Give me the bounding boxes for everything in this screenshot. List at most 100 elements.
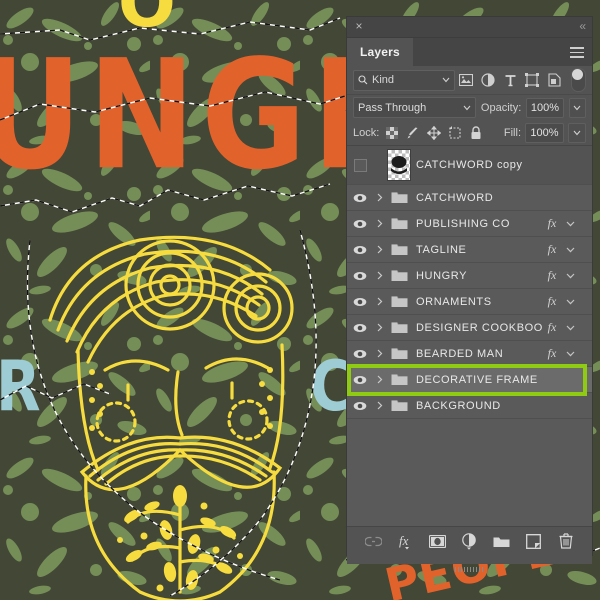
lock-transparent-pixels-icon[interactable] xyxy=(383,124,400,141)
lock-all-icon[interactable] xyxy=(467,124,484,141)
expand-group-chevron-icon[interactable] xyxy=(373,349,386,358)
add-layer-mask-icon[interactable] xyxy=(428,532,447,551)
layer-thumbnail[interactable] xyxy=(386,347,412,360)
lock-row[interactable]: Lock: Fill: 100% xyxy=(347,120,592,146)
layer-row[interactable]: BEARDED MAN fx xyxy=(347,341,592,367)
expand-group-chevron-icon[interactable] xyxy=(373,375,386,384)
opacity-stepper[interactable] xyxy=(568,97,586,118)
expand-group-chevron-icon[interactable] xyxy=(373,323,386,332)
layer-effects-fx-icon[interactable]: fx xyxy=(542,268,562,283)
pixel-layer-filter-icon[interactable] xyxy=(455,69,477,91)
shape-layer-filter-icon[interactable] xyxy=(521,69,543,91)
layer-visibility-eye-icon[interactable] xyxy=(347,375,373,385)
layer-row[interactable]: DECORATIVE FRAME xyxy=(347,367,592,393)
layers-panel-toolbar[interactable]: fx xyxy=(347,526,592,555)
expand-group-chevron-icon[interactable] xyxy=(373,245,386,254)
layer-visibility-eye-icon[interactable] xyxy=(347,193,373,203)
layer-row[interactable]: DESIGNER COOKBOOK fx xyxy=(347,315,592,341)
expand-group-chevron-icon[interactable] xyxy=(373,193,386,202)
layer-visibility-eye-icon[interactable] xyxy=(347,271,373,281)
layer-effects-fx-icon[interactable]: fx xyxy=(542,242,562,257)
opacity-input[interactable]: 100% xyxy=(526,97,564,118)
layer-effects-chevron-icon[interactable] xyxy=(562,273,578,279)
lock-image-pixels-icon[interactable] xyxy=(404,124,421,141)
chevron-down-icon xyxy=(442,74,450,86)
panel-resize-grip[interactable] xyxy=(454,567,485,572)
layer-thumbnail[interactable] xyxy=(386,191,412,204)
layer-effects-fx-icon[interactable]: fx xyxy=(542,216,562,231)
layer-visibility-eye-icon[interactable] xyxy=(347,349,373,359)
layer-name-label: HUNGRY xyxy=(416,269,468,282)
lock-position-icon[interactable] xyxy=(425,124,442,141)
layer-name-label: DESIGNER COOKBOOK xyxy=(416,321,542,334)
layer-row[interactable]: CATCHWORD copy xyxy=(347,146,592,185)
layer-name-label: TAGLINE xyxy=(416,243,467,256)
layer-row[interactable]: CATCHWORD xyxy=(347,185,592,211)
layer-row[interactable]: PUBLISHING CO fx xyxy=(347,211,592,237)
layer-effects-chevron-icon[interactable] xyxy=(562,299,578,305)
layer-filter-row[interactable]: Kind xyxy=(347,66,592,95)
filter-enable-toggle[interactable] xyxy=(571,68,586,92)
adjustment-layer-filter-icon[interactable] xyxy=(477,69,499,91)
panel-title-bar[interactable]: × « xyxy=(347,17,592,38)
layer-list[interactable]: CATCHWORD copy CATCHWORD PUBLISHING CO fx TA… xyxy=(347,146,592,526)
layer-thumbnail[interactable] xyxy=(386,149,412,181)
layer-visibility-eye-icon[interactable] xyxy=(347,219,373,229)
expand-group-chevron-icon[interactable] xyxy=(373,271,386,280)
layer-thumbnail[interactable] xyxy=(386,373,412,386)
layer-row[interactable]: HUNGRY fx xyxy=(347,263,592,289)
new-group-icon[interactable] xyxy=(492,532,511,551)
blend-mode-select[interactable]: Pass Through xyxy=(353,97,476,118)
blend-mode-value: Pass Through xyxy=(358,101,427,114)
opacity-label: Opacity: xyxy=(480,101,522,114)
layer-effects-fx-icon[interactable]: fx xyxy=(542,320,562,335)
layer-visibility-eye-icon[interactable] xyxy=(347,245,373,255)
link-layers-icon[interactable] xyxy=(364,532,383,551)
layer-effects-chevron-icon[interactable] xyxy=(562,351,578,357)
layer-name-label: BEARDED MAN xyxy=(416,347,504,360)
panel-resize-strip[interactable] xyxy=(347,555,592,572)
search-icon xyxy=(358,75,368,85)
new-adjustment-layer-icon[interactable] xyxy=(460,532,479,551)
expand-group-chevron-icon[interactable] xyxy=(373,297,386,306)
panel-menu-icon[interactable] xyxy=(570,47,584,58)
layer-visibility-eye-icon[interactable] xyxy=(347,401,373,411)
chevron-down-icon xyxy=(463,102,471,114)
fill-stepper[interactable] xyxy=(568,122,586,143)
layer-thumbnail[interactable] xyxy=(386,217,412,230)
layer-row[interactable]: BACKGROUND xyxy=(347,393,592,419)
layer-effects-chevron-icon[interactable] xyxy=(562,221,578,227)
tab-layers[interactable]: Layers xyxy=(347,38,413,66)
layer-row[interactable]: TAGLINE fx xyxy=(347,237,592,263)
panel-tab-bar[interactable]: Layers xyxy=(347,38,592,66)
add-layer-style-icon[interactable]: fx xyxy=(396,532,415,551)
layers-panel[interactable]: × « Layers Kind Pass Through Opacity: 10… xyxy=(347,17,592,572)
layer-thumbnail[interactable] xyxy=(386,399,412,412)
expand-group-chevron-icon[interactable] xyxy=(373,401,386,410)
layer-name-label: BACKGROUND xyxy=(416,399,501,412)
smart-object-filter-icon[interactable] xyxy=(543,69,565,91)
filter-kind-select[interactable]: Kind xyxy=(353,69,455,91)
layer-thumbnail[interactable] xyxy=(386,321,412,334)
type-layer-filter-icon[interactable] xyxy=(499,69,521,91)
layer-thumbnail[interactable] xyxy=(386,243,412,256)
fill-input[interactable]: 100% xyxy=(525,122,564,143)
close-icon[interactable]: × xyxy=(353,20,365,32)
new-layer-icon[interactable] xyxy=(524,532,543,551)
layer-effects-chevron-icon[interactable] xyxy=(562,325,578,331)
layer-visibility-eye-icon[interactable] xyxy=(347,297,373,307)
layer-thumbnail[interactable] xyxy=(386,269,412,282)
blend-mode-row[interactable]: Pass Through Opacity: 100% xyxy=(347,95,592,120)
layer-effects-fx-icon[interactable]: fx xyxy=(542,294,562,309)
layer-effects-fx-icon[interactable]: fx xyxy=(542,346,562,361)
delete-layer-icon[interactable] xyxy=(556,532,575,551)
layer-thumbnail[interactable] xyxy=(386,295,412,308)
lock-artboard-nesting-icon[interactable] xyxy=(446,124,463,141)
layer-effects-chevron-icon[interactable] xyxy=(562,247,578,253)
layer-visibility-eye-icon[interactable] xyxy=(347,323,373,333)
collapse-panel-icon[interactable]: « xyxy=(579,19,586,33)
layer-row[interactable]: ORNAMENTS fx xyxy=(347,289,592,315)
fill-label: Fill: xyxy=(503,126,521,139)
layer-visibility-checkbox[interactable] xyxy=(347,158,373,172)
expand-group-chevron-icon[interactable] xyxy=(373,219,386,228)
